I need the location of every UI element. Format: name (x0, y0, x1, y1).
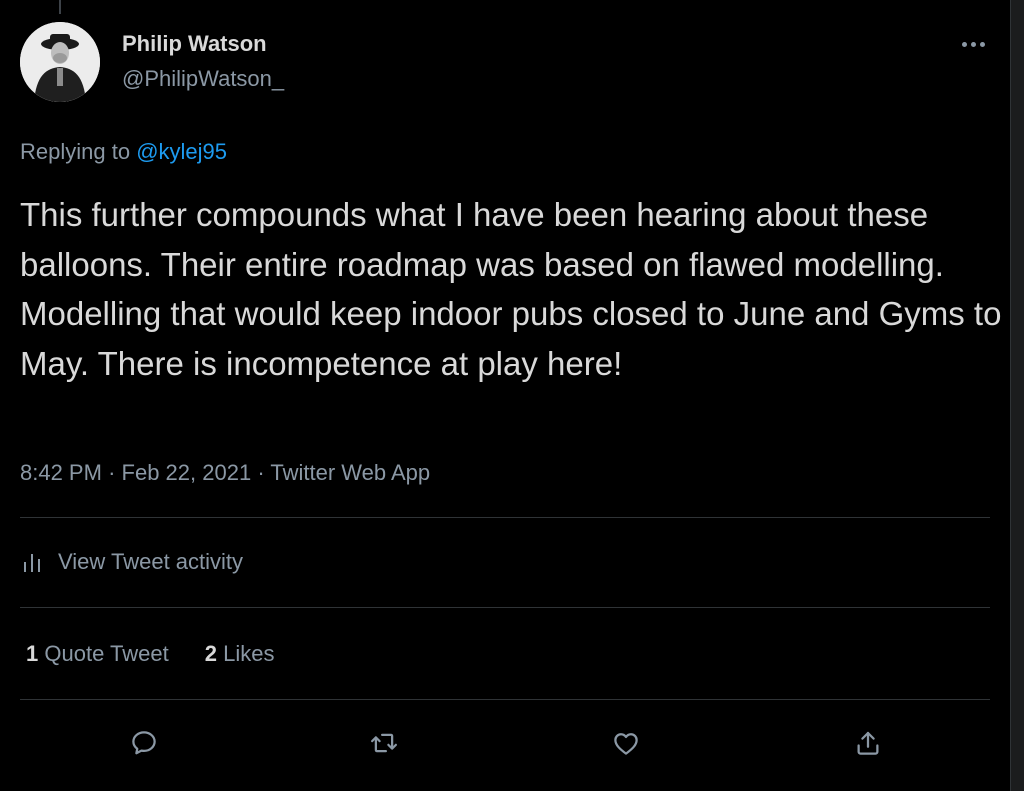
tweet-stats: 1 Quote Tweet 2 Likes (26, 641, 274, 667)
more-dot (979, 41, 985, 47)
divider (20, 607, 990, 608)
replying-to-label: Replying to (20, 139, 131, 164)
author-name[interactable]: Philip Watson (122, 31, 267, 57)
tweet-time[interactable]: 8:42 PM (20, 460, 102, 485)
author-handle[interactable]: @PhilipWatson_ (122, 66, 284, 92)
reply-button[interactable] (124, 723, 164, 763)
avatar-portrait (20, 22, 100, 102)
meta-separator: · (257, 460, 265, 485)
divider (20, 517, 990, 518)
like-icon (614, 733, 638, 755)
tweet-meta: 8:42 PM · Feb 22, 2021 · Twitter Web App (20, 460, 430, 486)
meta-separator: · (108, 460, 116, 485)
like-label: Likes (223, 641, 275, 666)
tweet-text: This further compounds what I have been … (20, 196, 1002, 382)
share-button[interactable] (848, 723, 888, 763)
view-tweet-activity-button[interactable]: View Tweet activity (22, 549, 243, 575)
tweet-source-link[interactable]: Twitter Web App (270, 460, 430, 485)
more-dot (961, 41, 967, 47)
view-tweet-activity-label: View Tweet activity (58, 549, 244, 574)
retweet-icon (371, 733, 397, 753)
thread-connector-line (59, 0, 61, 14)
like-count: 2 (204, 641, 217, 666)
more-dot (970, 41, 976, 47)
avatar[interactable] (20, 22, 100, 102)
replying-to: Replying to @kylej95 (20, 139, 227, 165)
scrollbar-track[interactable] (1010, 0, 1024, 791)
more-options-button[interactable] (955, 30, 991, 58)
bar-chart-icon (24, 554, 40, 572)
quote-label: Quote Tweet (44, 641, 169, 666)
quote-tweets-link[interactable]: 1 Quote Tweet (26, 641, 169, 667)
reply-icon (132, 731, 156, 755)
likes-link[interactable]: 2 Likes (205, 641, 275, 667)
divider (20, 699, 990, 700)
tweet-date[interactable]: Feb 22, 2021 (122, 460, 252, 485)
retweet-button[interactable] (364, 723, 404, 763)
like-button[interactable] (606, 723, 646, 763)
replying-to-handle-link[interactable]: @kylej95 (136, 139, 227, 164)
quote-count: 1 (26, 641, 39, 666)
share-icon (857, 731, 879, 755)
